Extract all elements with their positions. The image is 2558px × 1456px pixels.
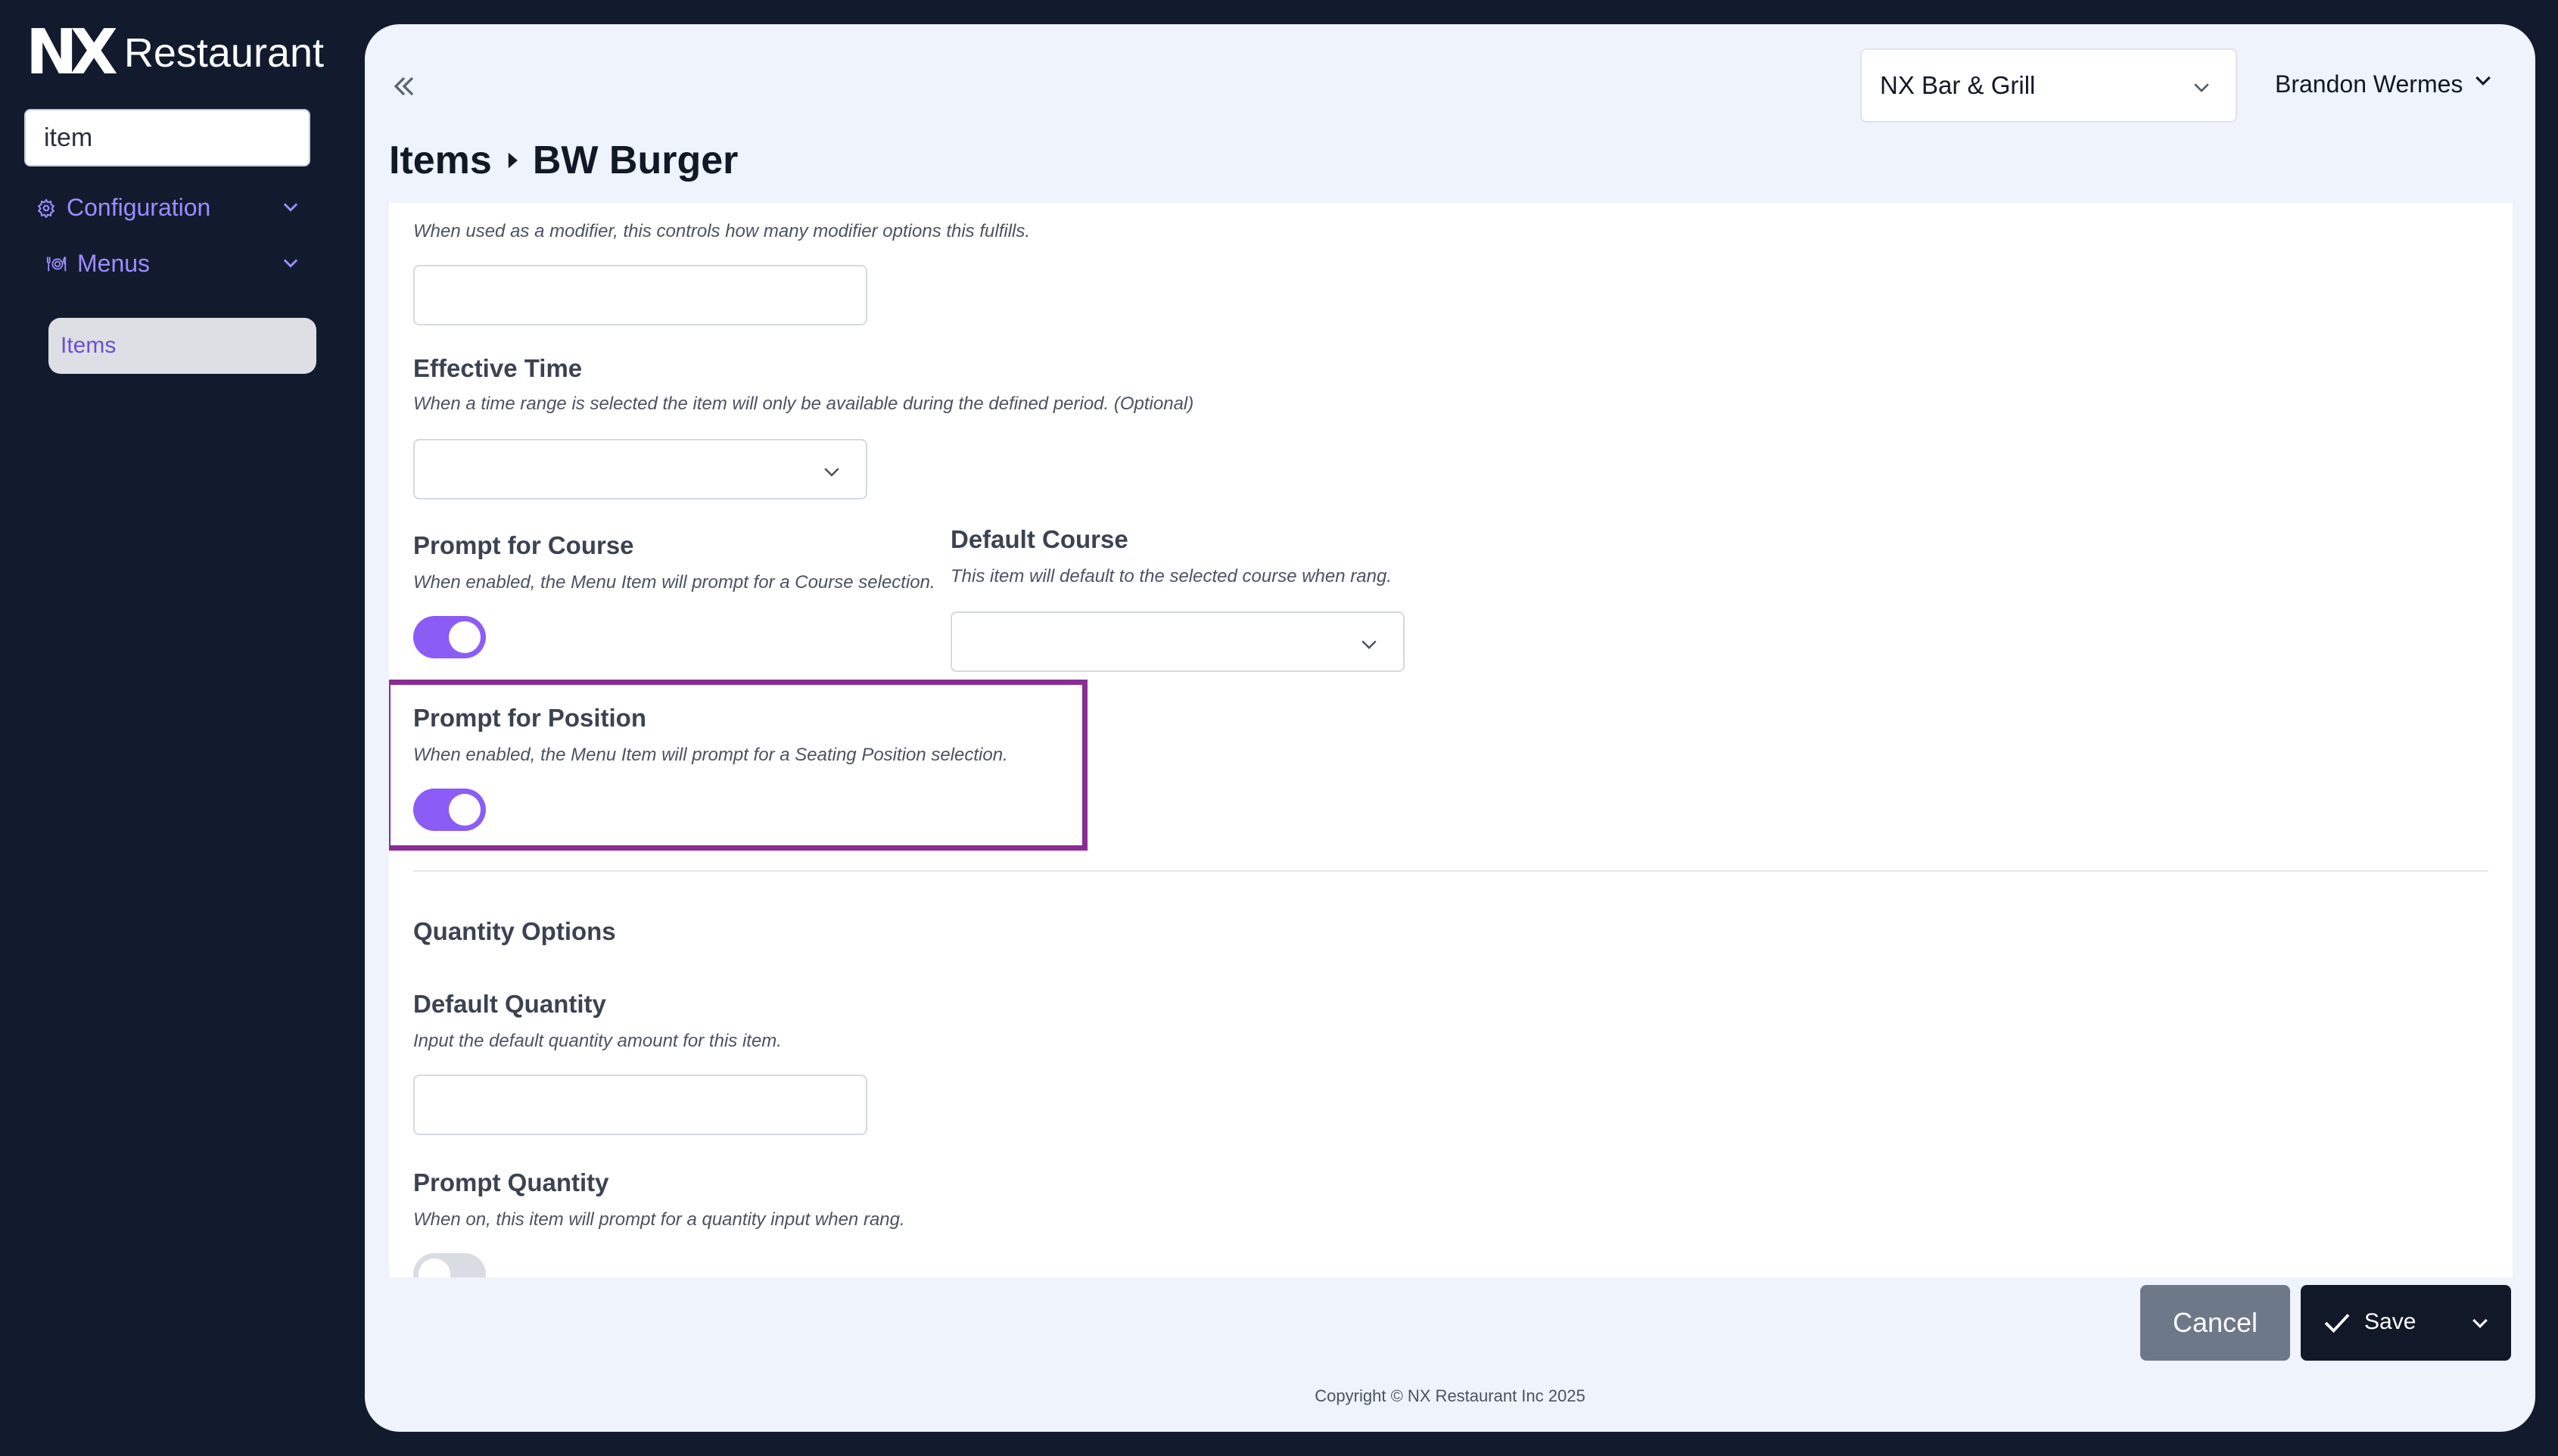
logo-mark: NX — [26, 17, 118, 89]
toggle-knob — [449, 794, 481, 826]
collapse-sidebar-icon[interactable] — [387, 70, 421, 103]
section-divider — [413, 870, 2488, 872]
prompt-quantity-title: Prompt Quantity — [413, 1168, 609, 1196]
cancel-button[interactable]: Cancel — [2140, 1285, 2290, 1361]
chevron-down-icon — [2463, 70, 2494, 98]
sidebar-item-configuration[interactable]: Configuration — [35, 194, 307, 222]
breadcrumb: Items BW Burger — [389, 138, 738, 183]
venue-select[interactable]: NX Bar & Grill — [1860, 48, 2237, 123]
prompt-position-description: When enabled, the Menu Item will prompt … — [413, 745, 1008, 765]
effective-time-description: When a time range is selected the item w… — [413, 394, 1194, 414]
toggle-knob — [419, 1258, 450, 1277]
effective-time-select[interactable] — [413, 439, 867, 499]
sidebar-item-label: Menus — [77, 250, 151, 277]
prompt-position-title: Prompt for Position — [413, 704, 646, 732]
effective-time-title: Effective Time — [413, 354, 583, 382]
chevron-down-icon — [1358, 633, 1380, 659]
chevron-down-icon — [280, 251, 301, 279]
save-button[interactable]: Save — [2301, 1285, 2511, 1361]
toggle-knob — [449, 621, 481, 653]
sidebar-item-items[interactable]: Items — [48, 318, 316, 374]
prompt-quantity-description: When on, this item will prompt for a qua… — [413, 1209, 905, 1230]
quantity-options-heading: Quantity Options — [413, 917, 616, 945]
chevron-down-icon — [820, 460, 843, 487]
breadcrumb-current: BW Burger — [532, 138, 739, 182]
check-icon — [2323, 1311, 2351, 1341]
default-quantity-input[interactable] — [413, 1075, 867, 1135]
default-quantity-title: Default Quantity — [413, 990, 606, 1018]
sidebar-item-menus[interactable]: Menus — [45, 250, 307, 278]
prompt-course-toggle[interactable] — [413, 616, 486, 658]
sidebar-search-input[interactable]: item — [24, 109, 310, 166]
app-logo: NX Restaurant — [26, 17, 325, 89]
main-panel: NX Bar & Grill Brandon Wermes Items BW B… — [365, 24, 2535, 1432]
venue-select-value: NX Bar & Grill — [1880, 71, 2036, 99]
sidebar: NX Restaurant item Configuration Menus I… — [0, 0, 363, 1456]
user-menu[interactable]: Brandon Wermes — [2275, 70, 2494, 98]
prompt-course-title: Prompt for Course — [413, 531, 634, 559]
prompt-course-description: When enabled, the Menu Item will prompt … — [413, 572, 935, 593]
dining-icon — [45, 253, 68, 275]
chevron-down-icon — [2190, 76, 2213, 104]
chevron-down-icon — [280, 195, 301, 223]
modifier-count-description: When used as a modifier, this controls h… — [413, 221, 1031, 241]
default-quantity-description: Input the default quantity amount for th… — [413, 1031, 782, 1051]
default-course-select[interactable] — [951, 611, 1405, 672]
logo-text: Restaurant — [123, 30, 325, 76]
user-name: Brandon Wermes — [2275, 70, 2463, 98]
sidebar-item-label: Items — [61, 333, 117, 358]
default-course-title: Default Course — [951, 525, 1128, 553]
sidebar-item-label: Configuration — [67, 194, 211, 221]
copyright-text: Copyright © NX Restaurant Inc 2025 — [1315, 1386, 1586, 1405]
prompt-quantity-toggle[interactable] — [413, 1253, 486, 1277]
gear-icon — [35, 197, 58, 219]
breadcrumb-parent[interactable]: Items — [389, 138, 492, 183]
sidebar-search-value: item — [44, 123, 93, 152]
default-course-description: This item will default to the selected c… — [951, 566, 1392, 586]
caret-right-icon — [506, 151, 519, 170]
modifier-count-input[interactable] — [413, 265, 867, 325]
save-label: Save — [2364, 1309, 2416, 1334]
prompt-position-toggle[interactable] — [413, 789, 486, 831]
chevron-down-icon[interactable] — [2469, 1312, 2491, 1341]
item-form: When used as a modifier, this controls h… — [389, 203, 2513, 1277]
